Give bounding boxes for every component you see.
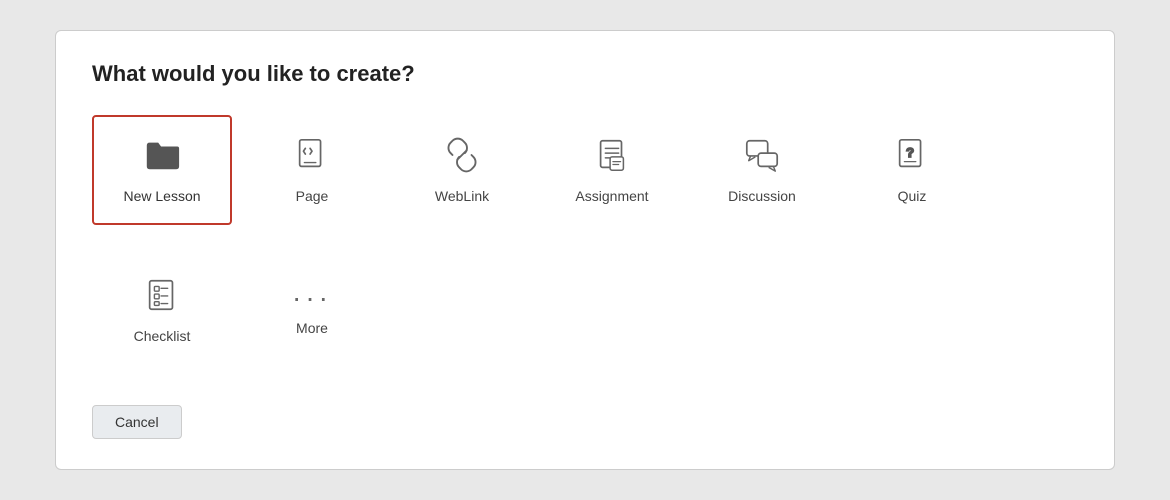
quiz-label: Quiz (898, 188, 927, 204)
assignment-icon (593, 136, 631, 180)
item-new-lesson[interactable]: New Lesson (92, 115, 232, 225)
more-icon: ··· (292, 284, 332, 312)
weblink-label: WebLink (435, 188, 489, 204)
item-quiz[interactable]: ? Quiz (842, 115, 982, 225)
item-page[interactable]: Page (242, 115, 382, 225)
dialog-footer: Cancel (92, 405, 1078, 439)
page-label: Page (296, 188, 329, 204)
create-dialog: What would you like to create? New Lesso… (55, 30, 1115, 470)
assignment-label: Assignment (575, 188, 648, 204)
dialog-title: What would you like to create? (92, 61, 1078, 87)
item-assignment[interactable]: Assignment (542, 115, 682, 225)
checklist-label: Checklist (134, 328, 191, 344)
items-row-1: New Lesson Page (92, 115, 1078, 235)
cancel-button[interactable]: Cancel (92, 405, 182, 439)
discussion-icon (743, 136, 781, 180)
item-discussion[interactable]: Discussion (692, 115, 832, 225)
item-more[interactable]: ··· More (242, 255, 382, 365)
new-lesson-label: New Lesson (123, 188, 200, 204)
discussion-label: Discussion (728, 188, 796, 204)
weblink-icon (443, 136, 481, 180)
svg-text:?: ? (906, 145, 914, 160)
quiz-icon: ? (893, 136, 931, 180)
items-row-2: Checklist ··· More (92, 255, 1078, 375)
item-weblink[interactable]: WebLink (392, 115, 532, 225)
more-label: More (296, 320, 328, 336)
page-icon (293, 136, 331, 180)
new-lesson-icon (143, 136, 181, 180)
item-checklist[interactable]: Checklist (92, 255, 232, 365)
checklist-icon (143, 276, 181, 320)
